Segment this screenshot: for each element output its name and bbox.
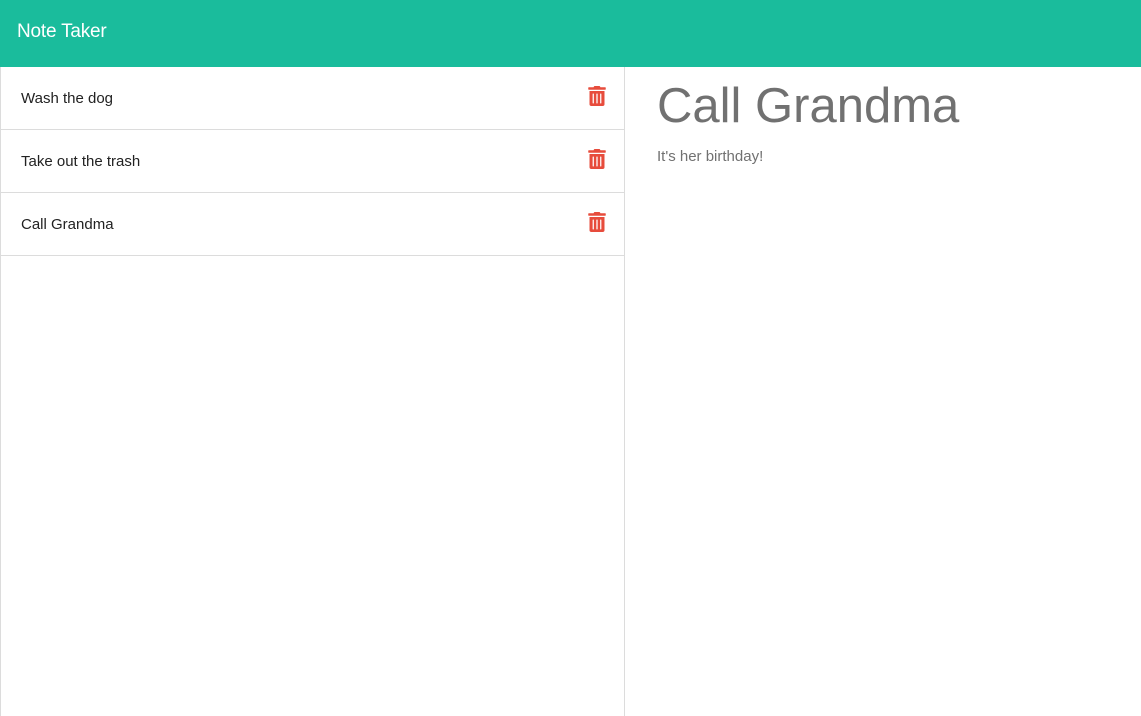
trash-icon[interactable] [587,212,607,232]
list-item[interactable]: Call Grandma [1,193,624,256]
note-list: Wash the dog Take out the trash Call Gra… [1,67,624,256]
note-title-field[interactable]: Call Grandma [657,77,1127,135]
list-item[interactable]: Wash the dog [1,67,624,130]
trash-icon[interactable] [587,86,607,106]
note-text-field[interactable]: It's her birthday! [657,147,1127,167]
app-title-link[interactable]: Note Taker [17,20,107,44]
trash-icon[interactable] [587,149,607,169]
note-list-panel: Wash the dog Take out the trash Call Gra… [0,67,625,716]
list-item[interactable]: Take out the trash [1,130,624,193]
note-title: Take out the trash [21,153,141,170]
navbar: Note Taker [0,0,1141,67]
note-title: Wash the dog [21,90,113,107]
note-editor: Call Grandma It's her birthday! [625,67,1141,716]
note-title: Call Grandma [21,216,114,233]
